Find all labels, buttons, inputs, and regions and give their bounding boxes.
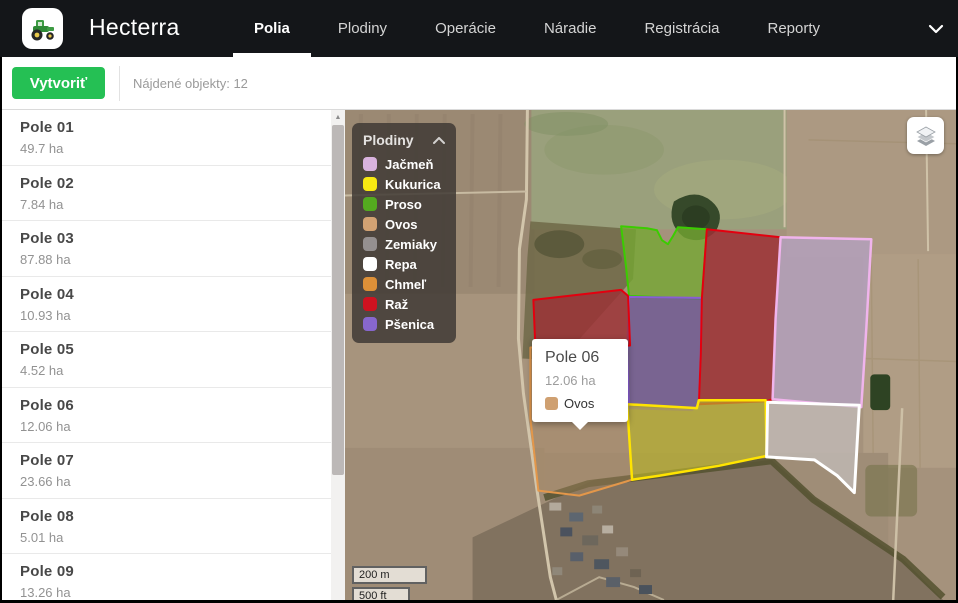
field-name: Pole 05 xyxy=(20,341,331,358)
field-name: Pole 03 xyxy=(20,230,331,247)
field-list-item[interactable]: Pole 05 4.52 ha xyxy=(2,332,331,388)
field-area: 10.93 ha xyxy=(20,308,331,323)
legend-item[interactable]: Proso xyxy=(352,194,456,214)
crop-color-swatch xyxy=(363,257,377,271)
toolbar: Vytvoriť Nájdené objekty: 12 xyxy=(2,57,956,110)
crop-label: Repa xyxy=(385,257,417,272)
crops-legend: Plodiny Jačmeň Kukurica Proso Ovos Zemia… xyxy=(352,123,456,343)
crop-label: Jačmeň xyxy=(385,157,433,172)
field-area: 13.26 ha xyxy=(20,585,331,600)
field-area: 23.66 ha xyxy=(20,474,331,489)
legend-item[interactable]: Zemiaky xyxy=(352,234,456,254)
crop-label: Raž xyxy=(385,297,408,312)
popup-field-area: 12.06 ha xyxy=(545,373,622,388)
tractor-icon xyxy=(28,14,58,44)
legend-item[interactable]: Kukurica xyxy=(352,174,456,194)
crop-color-swatch xyxy=(363,217,377,231)
field-name: Pole 08 xyxy=(20,508,331,525)
create-button[interactable]: Vytvoriť xyxy=(12,67,105,99)
field-name: Pole 07 xyxy=(20,452,331,469)
field-popup: Pole 06 12.06 ha Ovos xyxy=(532,339,628,422)
field-list-item[interactable]: Pole 08 5.01 ha xyxy=(2,499,331,555)
toolbar-divider xyxy=(119,66,120,101)
app-title: Hecterra xyxy=(89,14,180,41)
crop-label: Ovos xyxy=(385,217,418,232)
field-area: 7.84 ha xyxy=(20,197,331,212)
map-scale-imperial: 500 ft xyxy=(352,587,410,600)
popup-crop-swatch xyxy=(545,397,558,410)
map-scale-metric: 200 m xyxy=(352,566,427,584)
chevron-down-icon[interactable] xyxy=(928,24,944,34)
field-area: 4.52 ha xyxy=(20,363,331,378)
legend-item[interactable]: Raž xyxy=(352,294,456,314)
crop-color-swatch xyxy=(363,297,377,311)
found-objects-count: Nájdené objekty: 12 xyxy=(133,76,248,91)
crop-label: Proso xyxy=(385,197,422,212)
field-list-item[interactable]: Pole 01 49.7 ha xyxy=(2,110,331,166)
field-polygon-pšenica[interactable] xyxy=(627,297,702,410)
field-list-item[interactable]: Pole 07 23.66 ha xyxy=(2,443,331,499)
legend-item[interactable]: Jačmeň xyxy=(352,154,456,174)
main-nav: PoliaPlodinyOperácieNáradieRegistráciaRe… xyxy=(233,0,847,57)
layers-icon xyxy=(914,124,938,148)
field-area: 5.01 ha xyxy=(20,530,331,545)
crop-color-swatch xyxy=(363,317,377,331)
legend-item[interactable]: Ovos xyxy=(352,214,456,234)
popup-crop-name: Ovos xyxy=(564,396,594,411)
field-area: 12.06 ha xyxy=(20,419,331,434)
nav-item-registrácia[interactable]: Registrácia xyxy=(623,0,740,57)
field-list-item[interactable]: Pole 02 7.84 ha xyxy=(2,166,331,222)
nav-item-reporty[interactable]: Reporty xyxy=(747,0,842,57)
legend-title: Plodiny xyxy=(363,132,414,148)
field-list-item[interactable]: Pole 04 10.93 ha xyxy=(2,277,331,333)
field-area: 49.7 ha xyxy=(20,141,331,156)
crop-label: Chmeľ xyxy=(385,277,426,292)
map-canvas[interactable]: Plodiny Jačmeň Kukurica Proso Ovos Zemia… xyxy=(345,110,956,600)
map-layers-button[interactable] xyxy=(907,117,944,154)
legend-item[interactable]: Pšenica xyxy=(352,314,456,334)
sidebar-scrollbar[interactable]: ▲ xyxy=(331,110,345,600)
scrollbar-thumb[interactable] xyxy=(332,125,344,475)
fields-list: Pole 01 49.7 ha Pole 02 7.84 ha Pole 03 … xyxy=(2,110,331,600)
field-area: 87.88 ha xyxy=(20,252,331,267)
field-polygon-jačmeň[interactable] xyxy=(773,237,872,407)
nav-item-náradie[interactable]: Náradie xyxy=(523,0,618,57)
field-polygon-raž[interactable] xyxy=(699,229,781,404)
nav-item-plodiny[interactable]: Plodiny xyxy=(317,0,408,57)
crop-color-swatch xyxy=(363,197,377,211)
crop-label: Zemiaky xyxy=(385,237,437,252)
legend-item[interactable]: Chmeľ xyxy=(352,274,456,294)
crop-label: Pšenica xyxy=(385,317,434,332)
scroll-up-icon[interactable]: ▲ xyxy=(331,110,345,125)
chevron-up-icon[interactable] xyxy=(433,137,445,144)
field-name: Pole 04 xyxy=(20,286,331,303)
field-name: Pole 09 xyxy=(20,563,331,580)
crop-color-swatch xyxy=(363,157,377,171)
crop-label: Kukurica xyxy=(385,177,441,192)
nav-item-polia[interactable]: Polia xyxy=(233,0,311,57)
field-list-item[interactable]: Pole 09 13.26 ha xyxy=(2,554,331,600)
app-logo[interactable] xyxy=(22,8,63,49)
popup-field-name: Pole 06 xyxy=(545,349,622,367)
crop-color-swatch xyxy=(363,277,377,291)
field-name: Pole 06 xyxy=(20,397,331,414)
legend-item[interactable]: Repa xyxy=(352,254,456,274)
field-list-item[interactable]: Pole 06 12.06 ha xyxy=(2,388,331,444)
field-name: Pole 01 xyxy=(20,119,331,136)
crop-color-swatch xyxy=(363,177,377,191)
nav-item-operácie[interactable]: Operácie xyxy=(414,0,517,57)
field-name: Pole 02 xyxy=(20,175,331,192)
top-navbar: Hecterra PoliaPlodinyOperácieNáradieRegi… xyxy=(0,0,958,57)
crop-color-swatch xyxy=(363,237,377,251)
field-list-item[interactable]: Pole 03 87.88 ha xyxy=(2,221,331,277)
